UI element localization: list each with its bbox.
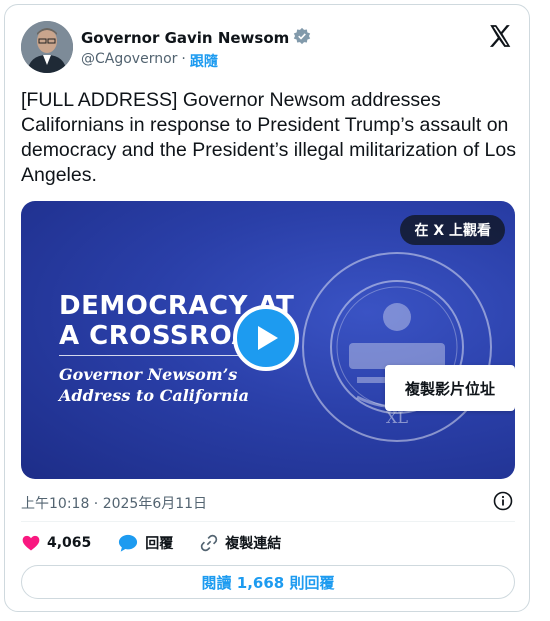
- subtitle-line-1: Governor Newsom’s: [59, 365, 238, 384]
- separator-dot: ·: [181, 51, 186, 67]
- timestamp[interactable]: 上午10:18 · 2025年6月11日: [21, 493, 207, 513]
- author-handle[interactable]: @CAgovernor: [81, 51, 177, 71]
- play-icon: [258, 326, 278, 350]
- play-button[interactable]: [233, 305, 299, 371]
- handle-row: @CAgovernor · 跟隨: [81, 51, 218, 71]
- copy-link-button[interactable]: 複製連結: [199, 533, 281, 553]
- like-button[interactable]: 4,065: [21, 533, 91, 553]
- author-name-row: Governor Gavin Newsom: [81, 27, 311, 49]
- avatar[interactable]: [21, 21, 73, 73]
- verified-badge-icon: [293, 27, 311, 49]
- video-subtitle: Governor Newsom’s Address to California: [59, 364, 249, 406]
- like-count: 4,065: [47, 535, 92, 551]
- author-name[interactable]: Governor Gavin Newsom: [81, 29, 289, 47]
- info-icon[interactable]: [493, 491, 513, 511]
- governor-seal-icon: XL: [302, 252, 492, 442]
- copy-video-address-button[interactable]: 複製影片位址: [385, 365, 515, 411]
- action-bar: 4,065 回覆 複製連結: [21, 533, 307, 553]
- video-player[interactable]: XL DEMOCRACY AT A CROSSROADS Governor Ne…: [21, 201, 515, 479]
- reply-label: 回覆: [145, 536, 174, 552]
- tweet-text: [FULL ADDRESS] Governor Newsom addresses…: [21, 89, 516, 186]
- watch-on-x-button[interactable]: 在 X 上觀看: [400, 215, 505, 245]
- divider: [21, 521, 515, 522]
- x-logo-icon[interactable]: [487, 23, 513, 49]
- heart-icon: [22, 535, 40, 551]
- link-icon: [201, 534, 218, 552]
- read-replies-button[interactable]: 閱讀 1,668 則回覆: [21, 565, 515, 599]
- reply-bubble-icon: [119, 534, 138, 552]
- reply-button[interactable]: 回覆: [117, 533, 173, 553]
- tweet-card: Governor Gavin Newsom @CAgovernor · 跟隨 […: [4, 4, 530, 612]
- copy-link-label: 複製連結: [225, 536, 282, 552]
- follow-button[interactable]: 跟隨: [190, 51, 218, 71]
- subtitle-line-2: Address to California: [59, 386, 249, 405]
